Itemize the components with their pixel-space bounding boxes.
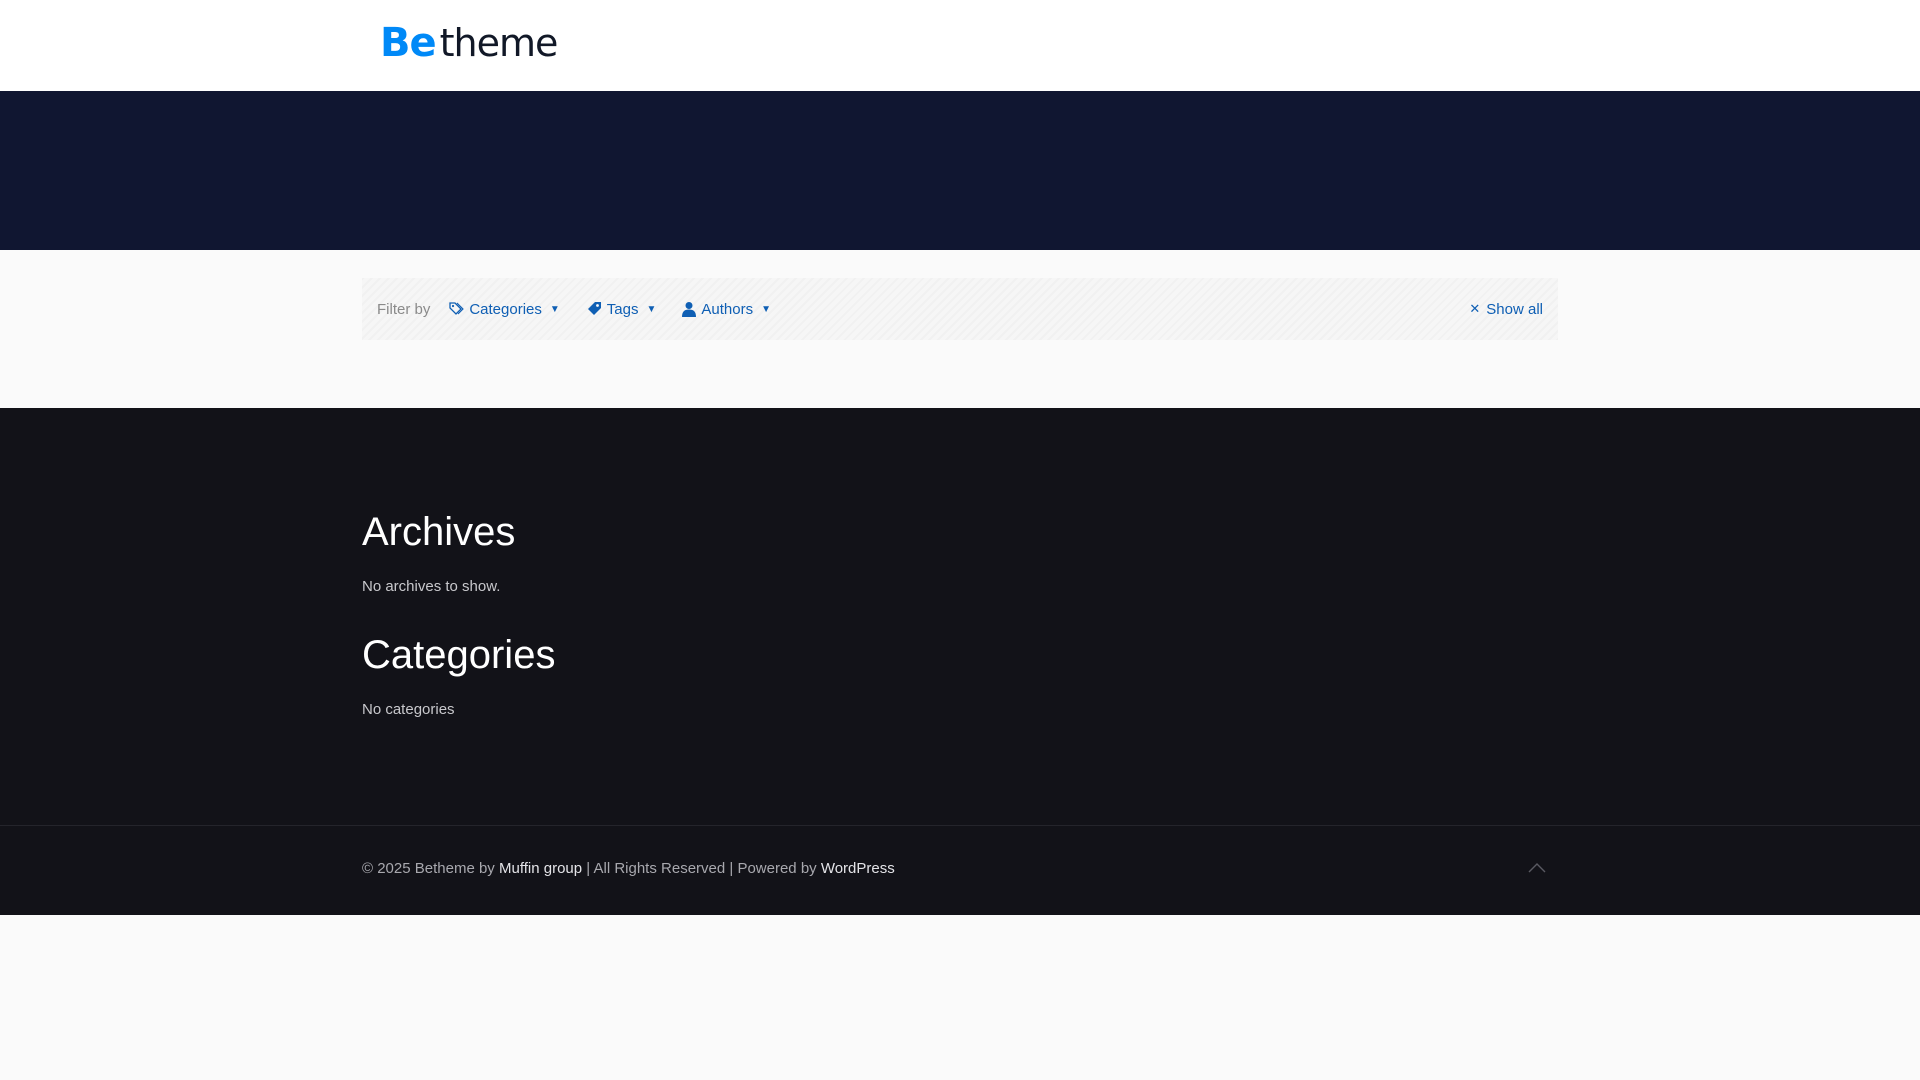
archives-widget-text: No archives to show. [362,578,501,595]
copyright-prefix: © 2025 Betheme by [362,860,499,877]
logo-be-text: Be [380,20,437,66]
categories-widget-title: Categories [362,633,556,677]
site-header: Be theme [0,0,1920,91]
user-icon [682,302,697,317]
copyright-middle: | All Rights Reserved | Powered by [582,860,821,877]
footer-copyright-bar: © 2025 Betheme by Muffin group | All Rig… [0,825,1920,915]
filter-tags-button[interactable]: Tags ▼ [586,300,657,318]
hero-banner [0,91,1920,250]
filter-categories-label: Categories [469,300,542,318]
archives-widget-title: Archives [362,510,516,554]
close-icon: ✕ [1469,301,1481,316]
show-all-label: Show all [1486,300,1543,318]
filter-authors-label: Authors [701,300,754,318]
site-logo[interactable]: Be theme [380,20,559,70]
show-all-button[interactable]: ✕ Show all [1469,278,1543,340]
page-background [0,915,1920,1080]
chevron-down-icon: ▼ [761,303,771,315]
chevron-down-icon: ▼ [549,303,560,315]
main-content: Filter by Categories ▼ Tags ▼ Authors ▼ … [0,250,1920,408]
muffin-group-link[interactable]: Muffin group [499,860,582,877]
filter-bar: Filter by Categories ▼ Tags ▼ Authors ▼ … [362,278,1558,340]
filter-authors-button[interactable]: Authors ▼ [682,301,771,318]
wordpress-link[interactable]: WordPress [821,860,895,877]
chevron-down-icon: ▼ [646,303,657,315]
filter-label: Filter by [377,300,431,318]
tags-icon [449,302,465,315]
back-to-top-button[interactable] [1525,856,1549,880]
logo-theme-text: theme [439,21,559,65]
chevron-up-icon [1528,863,1546,873]
tag-icon [587,302,601,315]
filter-tags-label: Tags [606,300,639,318]
copyright-text: © 2025 Betheme by Muffin group | All Rig… [362,860,895,877]
footer-widgets: Archives No archives to show. Categories… [0,408,1920,825]
filter-categories-button[interactable]: Categories ▼ [448,300,560,318]
categories-widget-text: No categories [362,701,455,718]
